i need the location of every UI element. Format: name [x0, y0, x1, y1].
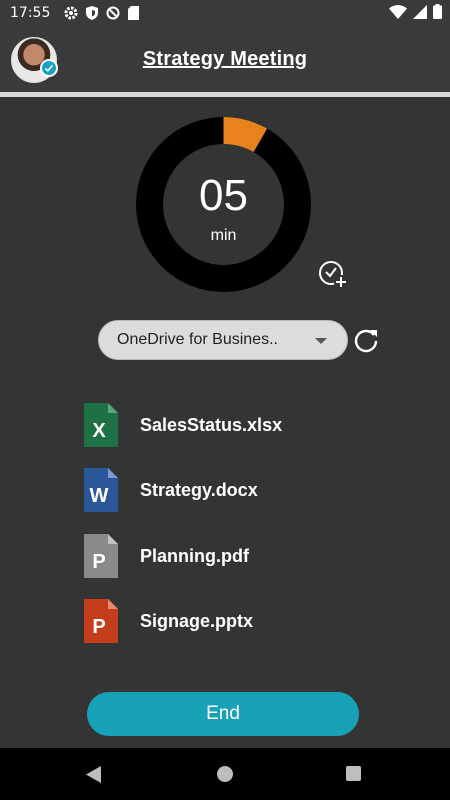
blocked-icon — [106, 6, 120, 20]
recents-icon[interactable] — [346, 766, 361, 781]
svg-text:P: P — [92, 616, 105, 638]
file-item-strategy[interactable]: W Strategy.docx — [84, 467, 384, 513]
file-item-planning[interactable]: P Planning.pdf — [84, 533, 384, 579]
word-file-icon: W — [84, 468, 118, 512]
timer-unit: min — [210, 227, 237, 244]
pdf-file-icon: P — [84, 534, 118, 578]
powerpoint-file-icon: P — [84, 599, 118, 643]
page-title: Strategy Meeting — [142, 48, 308, 70]
shield-icon — [86, 6, 99, 20]
end-button[interactable]: End — [87, 692, 359, 736]
battery-icon — [433, 4, 442, 19]
svg-text:W: W — [90, 485, 109, 507]
file-item-salesstatus[interactable]: X SalesStatus.xlsx — [84, 402, 384, 448]
svg-text:X: X — [92, 420, 106, 442]
file-item-signage[interactable]: P Signage.pptx — [84, 598, 384, 644]
system-nav-bar — [0, 748, 450, 800]
storage-source-value: OneDrive for Busines.. — [117, 331, 278, 348]
status-bar: 17:55 — [0, 0, 450, 26]
excel-file-icon: X — [84, 403, 118, 447]
file-name: Signage.pptx — [140, 610, 254, 631]
add-time-icon[interactable] — [317, 258, 349, 290]
file-name: SalesStatus.xlsx — [140, 414, 283, 435]
wifi-icon — [389, 4, 407, 19]
header-divider — [0, 92, 450, 97]
gear-icon — [64, 6, 78, 20]
back-icon[interactable] — [86, 766, 102, 783]
svg-text:P: P — [92, 551, 105, 573]
timer-ring: 05 min — [136, 117, 311, 292]
file-name: Strategy.docx — [140, 479, 258, 500]
storage-source-dropdown[interactable]: OneDrive for Busines.. — [98, 320, 348, 360]
timer-value: 05 — [199, 171, 248, 220]
sd-card-icon — [128, 6, 140, 20]
app-header: Strategy Meeting — [0, 26, 450, 92]
file-name: Planning.pdf — [140, 545, 249, 566]
refresh-icon[interactable] — [352, 327, 380, 355]
chevron-down-icon — [315, 338, 327, 344]
home-icon[interactable] — [217, 766, 233, 782]
status-time: 17:55 — [10, 5, 51, 21]
signal-icon — [413, 4, 427, 19]
